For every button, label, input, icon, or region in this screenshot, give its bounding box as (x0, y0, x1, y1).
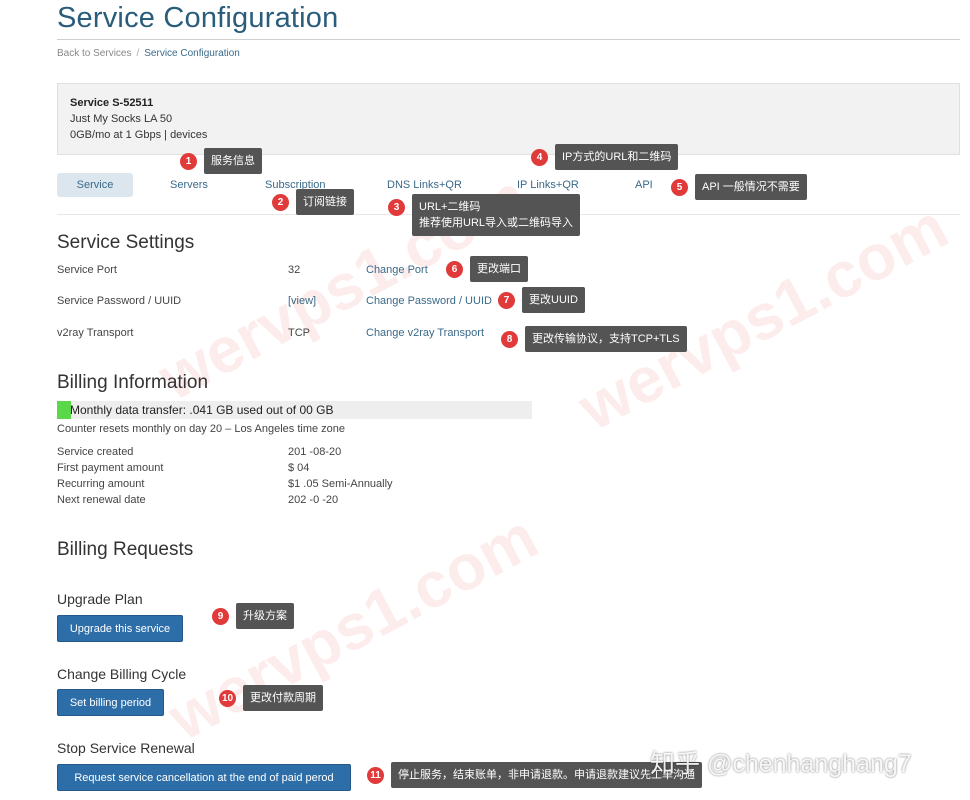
source-watermark: 知乎 @chenhanghang7 (650, 750, 912, 778)
annotation-callout-3-line2: 推荐使用URL导入或二维码导入 (419, 217, 574, 229)
billing-label-recurring: Recurring amount (57, 478, 145, 490)
annotation-callout-7: 更改UUID (522, 287, 585, 313)
breadcrumb-back-link[interactable]: Back to Services (57, 48, 131, 59)
watermark: wervps1.com (566, 190, 959, 444)
billing-requests-title: Billing Requests (57, 539, 194, 560)
title-divider (57, 39, 960, 40)
annotation-callout-6: 更改端口 (470, 256, 528, 282)
annotation-callout-9: 升级方案 (236, 603, 294, 629)
service-detail: 0GB/mo at 1 Gbps | devices (70, 129, 208, 141)
change-password-link[interactable]: Change Password / UUID (366, 295, 492, 307)
service-plan: Just My Socks LA 50 (70, 113, 173, 125)
billing-info-title: Billing Information (57, 372, 209, 393)
annotation-callout-8: 更改传输协议，支持TCP+TLS (525, 326, 687, 352)
tab-servers[interactable]: Servers (170, 179, 208, 191)
billing-label-created: Service created (57, 446, 134, 458)
billing-value-renewal: 202 -0 -20 (288, 494, 339, 506)
billing-value-created: 201 -08-20 (288, 446, 342, 458)
setting-value-transport: TCP (288, 327, 310, 339)
change-billing-cycle-title: Change Billing Cycle (57, 666, 187, 682)
change-transport-link[interactable]: Change v2ray Transport (366, 327, 484, 339)
tab-service[interactable]: Service (57, 173, 133, 197)
tab-ip-links[interactable]: IP Links+QR (517, 179, 579, 191)
annotation-badge-10: 10 (219, 690, 236, 707)
setting-label-transport: v2ray Transport (57, 327, 134, 339)
annotation-badge-8: 8 (501, 331, 518, 348)
annotation-badge-5: 5 (671, 179, 688, 196)
service-info-panel (57, 83, 960, 155)
billing-label-first-payment: First payment amount (57, 462, 164, 474)
annotation-callout-3-line1: URL+二维码 (419, 201, 481, 213)
setting-label-password: Service Password / UUID (57, 295, 182, 307)
change-port-link[interactable]: Change Port (366, 264, 428, 276)
annotation-badge-9: 9 (212, 608, 229, 625)
billing-value-first-payment: $ 04 (288, 462, 310, 474)
usage-reset-note: Counter resets monthly on day 20 – Los A… (57, 423, 346, 435)
annotation-badge-3: 3 (388, 199, 405, 216)
breadcrumb: Back to Services / Service Configuration (57, 48, 240, 59)
service-name: Service S-52511 (70, 97, 154, 109)
stop-renewal-title: Stop Service Renewal (57, 740, 195, 756)
tab-api[interactable]: API (635, 179, 653, 191)
view-password-link[interactable]: [view] (288, 295, 316, 307)
annotation-badge-6: 6 (446, 261, 463, 278)
set-billing-period-button[interactable]: Set billing period (57, 689, 164, 716)
setting-value-port: 32 (288, 264, 301, 276)
annotation-callout-4: IP方式的URL和二维码 (555, 144, 679, 170)
annotation-callout-3: URL+二维码 推荐使用URL导入或二维码导入 (412, 194, 581, 236)
annotation-badge-1: 1 (180, 153, 197, 170)
billing-value-recurring: $1 .05 Semi-Annually (288, 478, 393, 490)
annotation-callout-1: 服务信息 (204, 148, 262, 174)
annotation-badge-4: 4 (531, 149, 548, 166)
billing-label-renewal: Next renewal date (57, 494, 146, 506)
request-cancellation-button[interactable]: Request service cancellation at the end … (57, 764, 351, 791)
page-title: Service Configuration (57, 2, 339, 34)
breadcrumb-current: Service Configuration (144, 48, 240, 59)
annotation-callout-5: API 一般情况不需要 (695, 174, 807, 200)
breadcrumb-separator: / (136, 48, 140, 59)
data-usage-text: Monthly data transfer: .041 GB used out … (70, 403, 334, 417)
tab-dns-links[interactable]: DNS Links+QR (387, 179, 462, 191)
service-settings-title: Service Settings (57, 232, 195, 253)
data-usage-fill (57, 401, 71, 419)
setting-label-port: Service Port (57, 264, 117, 276)
annotation-badge-2: 2 (272, 194, 289, 211)
annotation-badge-7: 7 (498, 292, 515, 309)
upgrade-service-button[interactable]: Upgrade this service (57, 615, 183, 642)
annotation-callout-10: 更改付款周期 (243, 685, 323, 711)
annotation-callout-2: 订阅链接 (296, 189, 354, 215)
annotation-badge-11: 11 (367, 767, 384, 784)
upgrade-plan-title: Upgrade Plan (57, 591, 143, 607)
watermark: wervps1.com (156, 500, 549, 754)
